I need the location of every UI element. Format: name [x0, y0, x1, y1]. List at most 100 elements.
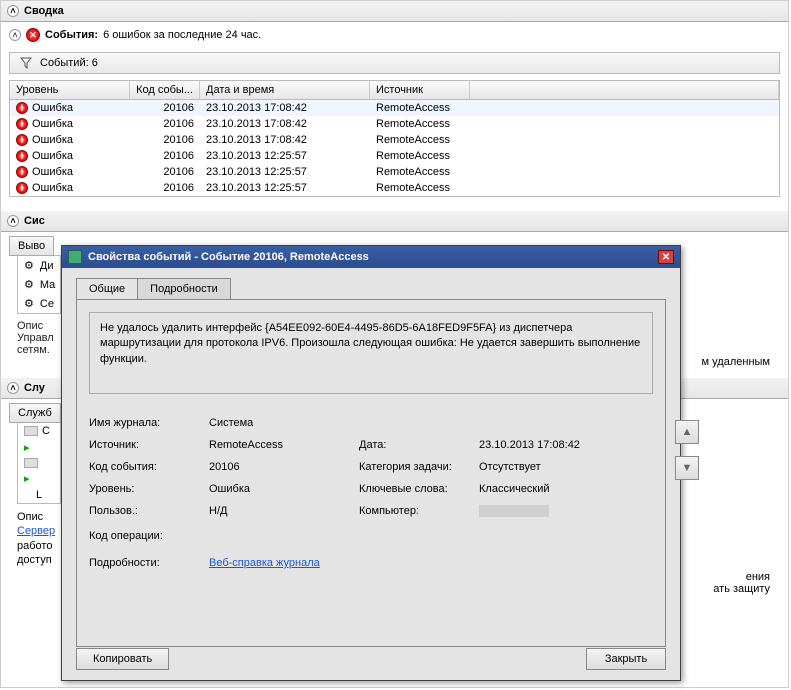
- label-date: Дата:: [359, 439, 479, 451]
- collapse-icon[interactable]: ˄: [9, 29, 21, 41]
- table-row[interactable]: !Ошибка2010623.10.2013 12:25:57RemoteAcc…: [10, 148, 779, 164]
- value-level: Ошибка: [209, 483, 359, 495]
- cell-source: RemoteAccess: [370, 149, 470, 163]
- collapse-icon[interactable]: ˄: [7, 5, 19, 17]
- value-date: 23.10.2013 17:08:42: [479, 439, 653, 451]
- error-icon: !: [16, 166, 28, 178]
- serv-button[interactable]: Служб: [9, 403, 61, 423]
- cell-date: 23.10.2013 17:08:42: [200, 117, 370, 131]
- description-text: Опис Управл сетям.: [17, 320, 61, 356]
- trailing-text: ения ать защиту: [713, 571, 770, 595]
- tab-details[interactable]: Подробности: [137, 278, 231, 299]
- cell-code: 20106: [130, 117, 200, 131]
- event-message[interactable]: Не удалось удалить интерфейс {A54EE092-6…: [89, 312, 653, 394]
- label-keywords: Ключевые слова:: [359, 483, 479, 495]
- cell-code: 20106: [130, 181, 200, 195]
- list-item[interactable]: ⚙Ди: [18, 256, 60, 275]
- table-row[interactable]: !Ошибка2010623.10.2013 17:08:42RemoteAcc…: [10, 132, 779, 148]
- cell-level: Ошибка: [32, 182, 73, 194]
- label-computer: Компьютер:: [359, 505, 479, 520]
- events-summary-text: 6 ошибок за последние 24 час.: [103, 29, 261, 41]
- dialog-titlebar[interactable]: Свойства событий - Событие 20106, Remote…: [62, 246, 680, 268]
- cell-date: 23.10.2013 12:25:57: [200, 149, 370, 163]
- label-eventid: Код события:: [89, 461, 209, 473]
- cell-level: Ошибка: [32, 134, 73, 146]
- collapse-icon[interactable]: ˄: [7, 382, 19, 394]
- close-icon[interactable]: ✕: [658, 250, 674, 264]
- error-icon: !: [16, 134, 28, 146]
- col-code[interactable]: Код собы...: [130, 81, 200, 99]
- cell-date: 23.10.2013 17:08:42: [200, 101, 370, 115]
- table-row[interactable]: ! Ошибка 2010623.10.2013 12:25:57RemoteAcc…: [10, 164, 779, 180]
- cell-date: 23.10.2013 12:25:57: [200, 165, 370, 179]
- value-computer: [479, 505, 653, 520]
- cell-code: 20106: [130, 101, 200, 115]
- cell-source: RemoteAccess: [370, 117, 470, 131]
- footer-text: Опис Сервер работо доступ: [17, 510, 61, 567]
- play-icon: ▸: [24, 441, 30, 454]
- table-row[interactable]: ! Ошибка 2010623.10.2013 12:25:57RemoteAcc…: [10, 180, 779, 196]
- error-icon: !: [16, 182, 28, 194]
- value-source: RemoteAccess: [209, 439, 359, 451]
- list-item[interactable]: [18, 456, 60, 470]
- cell-source: RemoteAccess: [370, 165, 470, 179]
- cell-level: Ошибка: [32, 118, 73, 130]
- value-user: Н/Д: [209, 505, 359, 520]
- value-log: Система: [209, 417, 359, 429]
- label-user: Пользов.:: [89, 505, 209, 520]
- col-spacer: [470, 81, 779, 99]
- close-button[interactable]: Закрыть: [586, 648, 666, 670]
- funnel-icon: [20, 57, 32, 69]
- events-table: Уровень Код собы... Дата и время Источни…: [9, 80, 780, 197]
- list-item[interactable]: ⚙Ма: [18, 275, 60, 294]
- label-level: Уровень:: [89, 483, 209, 495]
- copy-button[interactable]: Копировать: [76, 648, 169, 670]
- label-log: Имя журнала:: [89, 417, 209, 429]
- table-row[interactable]: !Ошибка2010623.10.2013 17:08:42RemoteAcc…: [10, 100, 779, 116]
- list-item: ▸: [18, 439, 60, 456]
- col-level[interactable]: Уровень: [10, 81, 130, 99]
- cell-level: Ошибка: [32, 166, 73, 178]
- sis-header: ˄ Сис: [1, 211, 788, 232]
- gear-icon: ⚙: [24, 278, 34, 291]
- label-source: Источник:: [89, 439, 209, 451]
- help-link[interactable]: Веб-справка журнала: [209, 557, 320, 569]
- value-eventid: 20106: [209, 461, 359, 473]
- cell-date: 23.10.2013 17:08:42: [200, 133, 370, 147]
- value-keywords: Классический: [479, 483, 653, 495]
- cell-source: RemoteAccess: [370, 181, 470, 195]
- list-item[interactable]: С: [18, 423, 60, 439]
- error-icon: !: [16, 102, 28, 114]
- filter-bar: Событий: 6: [9, 52, 780, 74]
- col-source[interactable]: Источник: [370, 81, 470, 99]
- event-properties-dialog: Свойства событий - Событие 20106, Remote…: [61, 245, 681, 681]
- collapse-icon[interactable]: ˄: [7, 215, 19, 227]
- label-opcode: Код операции:: [89, 530, 209, 542]
- cell-code: 20106: [130, 165, 200, 179]
- error-icon: !: [16, 118, 28, 130]
- cell-level: Ошибка: [32, 150, 73, 162]
- cell-date: 23.10.2013 12:25:57: [200, 181, 370, 195]
- tab-general[interactable]: Общие: [76, 278, 138, 299]
- list-item: ▸: [18, 470, 60, 487]
- label-taskcat: Категория задачи:: [359, 461, 479, 473]
- nav-up-button[interactable]: ▲: [675, 420, 699, 444]
- sis-button[interactable]: Выво: [9, 236, 54, 256]
- server-link[interactable]: Сервер: [17, 524, 61, 538]
- summary-title: Сводка: [24, 5, 64, 17]
- list-item: L: [18, 487, 60, 503]
- col-date[interactable]: Дата и время: [200, 81, 370, 99]
- table-row[interactable]: ! Ошибка 2010623.10.2013 17:08:42RemoteAcc…: [10, 116, 779, 132]
- list-item[interactable]: ⚙Се: [18, 294, 60, 313]
- cell-level: Ошибка: [32, 102, 73, 114]
- error-icon: !: [16, 150, 28, 162]
- error-icon: ✕: [26, 28, 40, 42]
- cell-code: 20106: [130, 133, 200, 147]
- sis-title: Сис: [24, 215, 45, 227]
- nav-down-button[interactable]: ▼: [675, 456, 699, 480]
- dialog-tabs: Общие Подробности: [76, 278, 666, 299]
- serv-title: Слу: [24, 382, 45, 394]
- value-opcode: [209, 530, 359, 542]
- redacted-block: [479, 505, 549, 517]
- summary-header: ˄ Сводка: [1, 1, 788, 22]
